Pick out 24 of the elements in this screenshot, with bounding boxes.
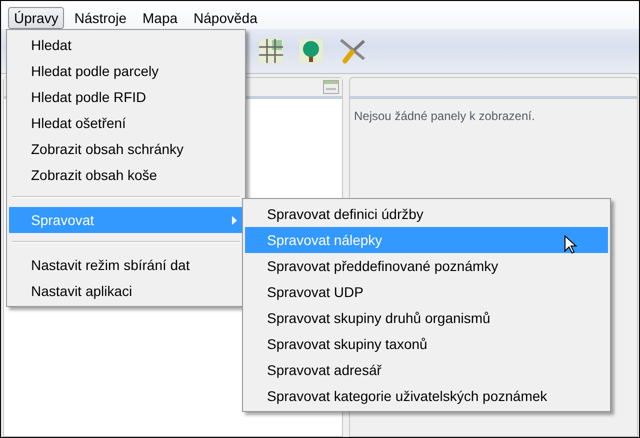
menu-item[interactable]: Spravovat skupiny taxonů — [245, 331, 608, 357]
menu-bar-item[interactable]: Mapa — [136, 7, 184, 29]
menu-item[interactable]: Spravovat skupiny druhů organismů — [245, 305, 608, 331]
menu-item[interactable]: Spravovat kategorie uživatelských poznámek — [245, 383, 608, 409]
menu-item[interactable]: Zobrazit obsah koše — [9, 162, 243, 188]
tree-map-icon[interactable] — [298, 38, 324, 64]
submenu-arrow-icon — [232, 216, 237, 225]
menu-item[interactable]: Hledat podle RFID — [9, 84, 243, 110]
menu-item[interactable]: Spravovat definici údržby — [245, 201, 608, 227]
menu-item[interactable]: Nastavit aplikaci — [9, 278, 243, 304]
menu-item[interactable]: Hledat ošetření — [9, 110, 243, 136]
mouse-cursor-icon — [564, 235, 577, 254]
menu-item[interactable]: Spravovat předdefinované poznámky — [245, 253, 608, 279]
menu-bar-item[interactable]: Úpravy — [8, 7, 64, 29]
menu-item[interactable]: Spravovat UDP — [245, 279, 608, 305]
menu-item[interactable]: Hledat podle parcely — [9, 58, 243, 84]
menu-bar-item[interactable]: Nápověda — [188, 7, 264, 29]
tools-icon[interactable] — [338, 37, 368, 65]
map-grid-icon[interactable] — [258, 38, 284, 64]
menu-item[interactable]: Nastavit režim sbírání dat — [9, 252, 243, 278]
empty-message: Nejsou žádné panely k zobrazení. — [353, 108, 536, 125]
menu-item[interactable]: Zobrazit obsah schránky — [9, 136, 243, 162]
menu-bar-item[interactable]: Nástroje — [68, 7, 132, 29]
menu-item[interactable]: Spravovat adresář — [245, 357, 608, 383]
